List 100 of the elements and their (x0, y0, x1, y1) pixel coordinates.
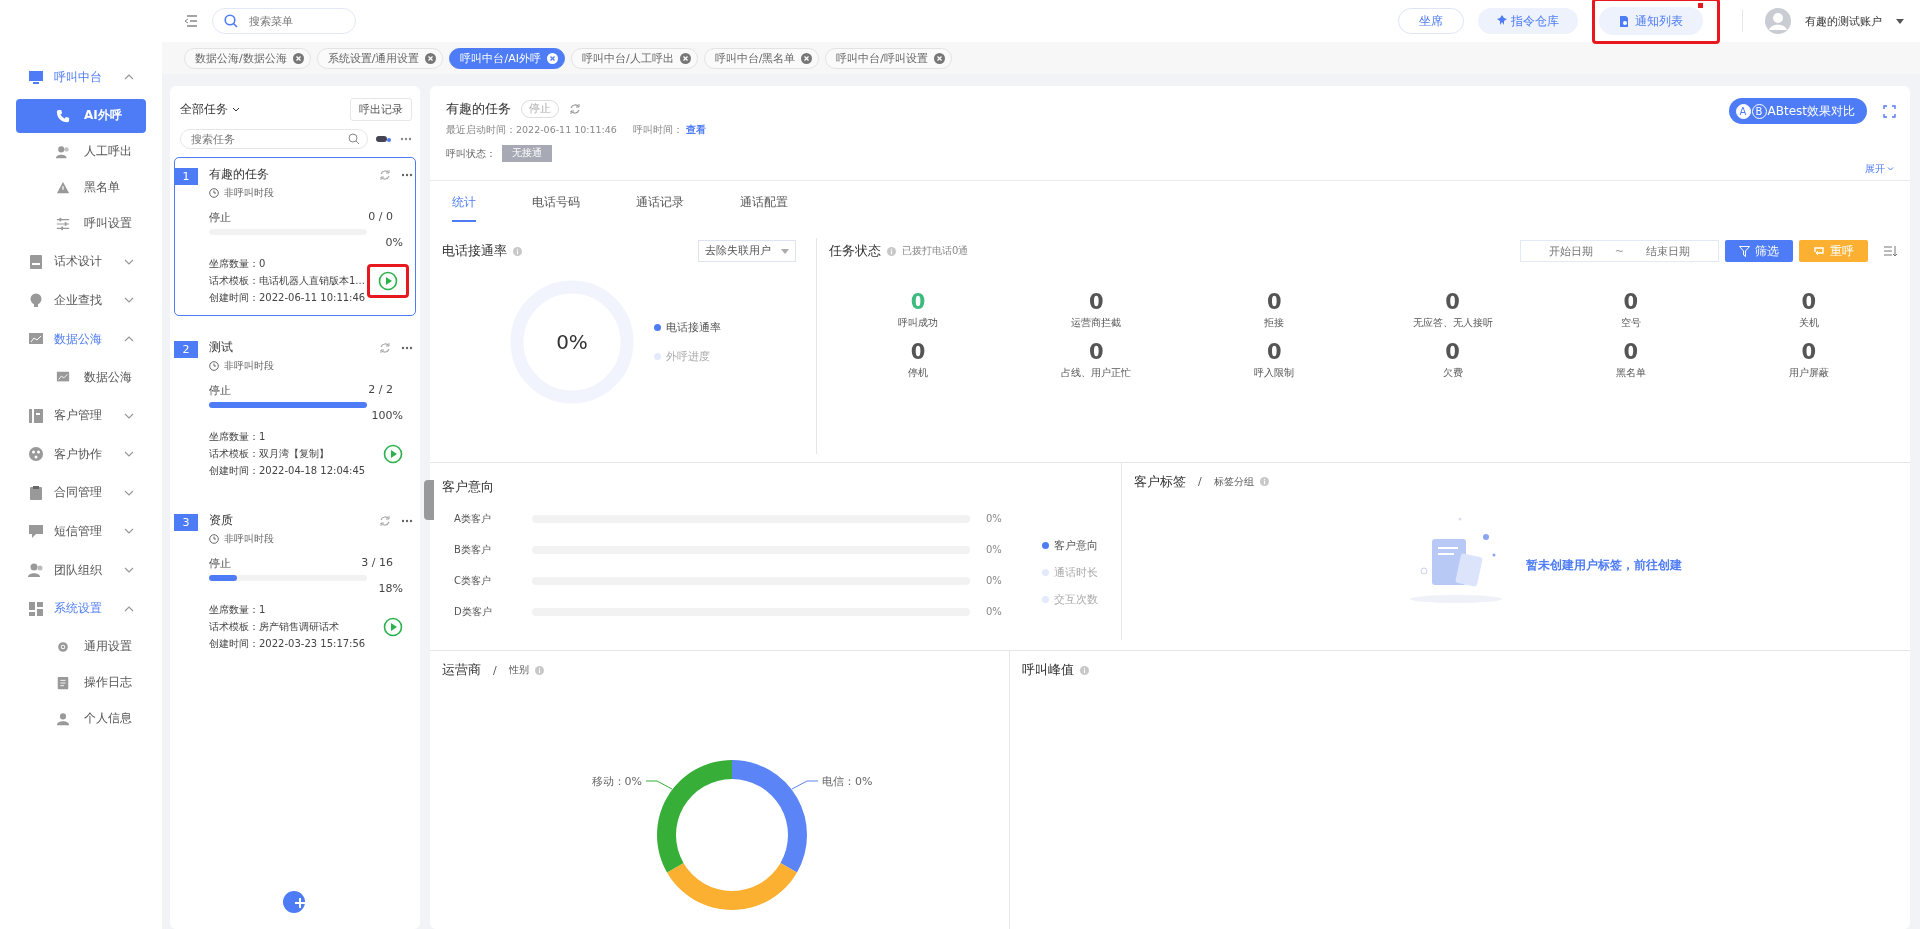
task-card[interactable]: 2 测试 非呼叫时段 停止 2 / 2 100% 坐席数量：1 话术模板：双月湾【复制】 创建时间：2022-04-18 12:04:45 (174, 330, 416, 489)
task-detail: 创建时间：2022-03-23 15:17:56 (209, 637, 366, 651)
stat-value: 0 (910, 290, 926, 314)
task-schedule: 非呼叫时段 (224, 359, 274, 373)
bar-percent: 0% (986, 513, 1002, 525)
separator: / (1198, 475, 1202, 489)
task-detail: 话术模板：房产销售调研话术 (209, 620, 340, 634)
legend-label[interactable]: 客户意向 (1054, 537, 1098, 553)
content-tab[interactable]: 统计 (452, 181, 476, 222)
section-title: 运营商 (442, 661, 481, 679)
section-title: 呼叫峰值 (1022, 661, 1074, 679)
sidebar-subitem[interactable]: 黑名单 (16, 170, 146, 205)
sidebar-item[interactable]: 团队组织 (0, 550, 162, 590)
progress-percent: 0% (385, 236, 403, 249)
task-card[interactable]: 3 资质 非呼叫时段 停止 3 / 16 18% 坐席数量：1 话术模板：房产销售调研话术 创建时间：2022-03-23 15:17:56 (174, 503, 416, 662)
sidebar-subitem[interactable]: 人工呼出 (16, 134, 146, 169)
create-tags-link[interactable]: 暂未创建用户标签，前往创建 (1526, 557, 1682, 575)
progress-percent: 18% (378, 582, 403, 595)
call-state-label: 呼叫状态： (446, 146, 496, 161)
sidebar-item[interactable]: 话术设计 (0, 242, 162, 282)
stat-label: 黑名单 (1615, 366, 1646, 380)
stat-label: 空号 (1620, 316, 1641, 330)
section-title: 客户意向 (442, 478, 494, 497)
stat-value: 0 (1088, 290, 1104, 314)
task-count: 0 / 0 (368, 210, 393, 225)
sidebar-subitem[interactable]: 呼叫设置 (16, 206, 146, 241)
menu-search-field[interactable]: 搜索菜单 (212, 8, 356, 34)
range-separator: ~ (1614, 244, 1624, 258)
page-tab[interactable]: 呼叫中台/黑名单 (703, 47, 820, 69)
sidebar-item[interactable]: 呼叫中台 (0, 58, 162, 97)
stat-value: 0 (1445, 290, 1460, 314)
sidebar-subitem[interactable]: 操作日志 (16, 665, 146, 700)
sidebar-subitem[interactable]: 数据公海 (16, 360, 146, 395)
stat-value: 0 (1801, 340, 1817, 364)
task-status: 停止 (209, 210, 231, 225)
stat-label: 运营商拦截 (1071, 316, 1122, 330)
task-search-field[interactable]: 搜索任务 (180, 129, 368, 149)
stat-value: 0 (1801, 290, 1817, 314)
sidebar-item[interactable]: 客户协作 (0, 434, 162, 474)
task-schedule: 非呼叫时段 (224, 532, 274, 546)
content-tab[interactable]: 通话记录 (636, 181, 684, 222)
sidebar-subitem[interactable]: 个人信息 (16, 701, 146, 736)
progress-percent: 100% (371, 409, 403, 422)
task-detail: 坐席数量：1 (209, 430, 267, 444)
page-tab[interactable]: 呼叫中台/呼叫设置 (825, 47, 953, 69)
filter-button[interactable]: 筛选 (1725, 240, 1793, 262)
task-count: 2 / 2 (368, 383, 393, 398)
user-name[interactable]: 有趣的测试账户 (1805, 13, 1882, 29)
page-tab[interactable]: 系统设置/通用设置 (316, 47, 444, 69)
sidebar-item[interactable]: 企业查找 (0, 281, 162, 320)
task-detail: 话术模板：电话机器人直销版本1... (209, 274, 366, 288)
section-subtitle: 已拨打电话0通 (902, 244, 969, 258)
content-tab[interactable]: 通话配置 (740, 181, 788, 222)
task-index: 3 (174, 514, 198, 531)
bar-percent: 0% (986, 544, 1002, 556)
legend-label[interactable]: 电话接通率 (666, 320, 721, 335)
task-card[interactable]: 1 有趣的任务 非呼叫时段 停止 0 / 0 0% 坐席数量：0 话术模板：电话机器人直销版本1... 创建时间：2022-06-11 10:11:46 (174, 157, 416, 316)
bar-percent: 0% (986, 606, 1002, 618)
section-subtitle[interactable]: 标签分组 (1213, 474, 1254, 489)
sidebar-item[interactable]: 系统设置 (0, 589, 162, 628)
toolbar-button[interactable]: 通知列表 (1592, 0, 1720, 44)
last-start-time: 最近启动时间：2022-06-11 10:11:46 (446, 124, 617, 137)
stat-label: 拒接 (1264, 316, 1285, 330)
section-subtitle[interactable]: 性别 (508, 663, 529, 677)
abtest-button[interactable]: A B ABtest效果对比 (1728, 98, 1867, 124)
page-tab[interactable]: 呼叫中台/AI外呼 (449, 47, 565, 69)
bar-label: D类客户 (454, 604, 493, 619)
filter-select[interactable]: 去除失联用户 (698, 240, 796, 262)
stat-label: 欠费 (1442, 366, 1463, 380)
toolbar-button[interactable]: 坐席 (1398, 8, 1465, 34)
sidebar-item[interactable]: 合同管理 (0, 473, 162, 513)
stat-value: 0 (1267, 340, 1282, 364)
separator: / (493, 663, 497, 677)
stat-value: 0 (1267, 290, 1282, 314)
task-index: 1 (174, 168, 198, 185)
sidebar-subitem[interactable]: 通用设置 (16, 629, 146, 664)
task-status: 停止 (209, 383, 231, 398)
stat-label: 关机 (1798, 316, 1819, 330)
stat-value: 0 (1088, 340, 1104, 364)
page-tab[interactable]: 呼叫中台/人工呼出 (570, 47, 698, 69)
stat-value: 0 (910, 340, 926, 364)
view-link[interactable]: 查看 (685, 124, 706, 135)
call-records-button[interactable]: 呼出记录 (350, 98, 412, 121)
sidebar-item[interactable]: 短信管理 (0, 512, 162, 551)
task-filter-dropdown[interactable]: 全部任务 (180, 101, 240, 118)
page-tab[interactable]: 数据公海/数据公海 (184, 47, 311, 69)
toolbar-button[interactable]: 指令仓库 (1478, 8, 1578, 34)
stat-label: 呼入限制 (1254, 366, 1295, 380)
sidebar-item[interactable]: 客户管理 (0, 396, 162, 435)
call-state-tag: 无接通 (502, 145, 552, 162)
slice-label: 移动：0% (591, 775, 642, 788)
sidebar-item[interactable]: 数据公海 (0, 319, 162, 359)
bar-label: C类客户 (454, 573, 492, 588)
stat-value: 0 (1445, 340, 1460, 364)
bar-label: B类客户 (454, 542, 492, 557)
stat-value: 0 (1623, 340, 1639, 364)
sidebar-subitem[interactable]: AI外呼 (16, 98, 146, 133)
content-tab[interactable]: 电话号码 (532, 181, 580, 222)
section-title: 电话接通率 (442, 242, 507, 260)
expand-link[interactable]: 展开 (1865, 162, 1894, 176)
